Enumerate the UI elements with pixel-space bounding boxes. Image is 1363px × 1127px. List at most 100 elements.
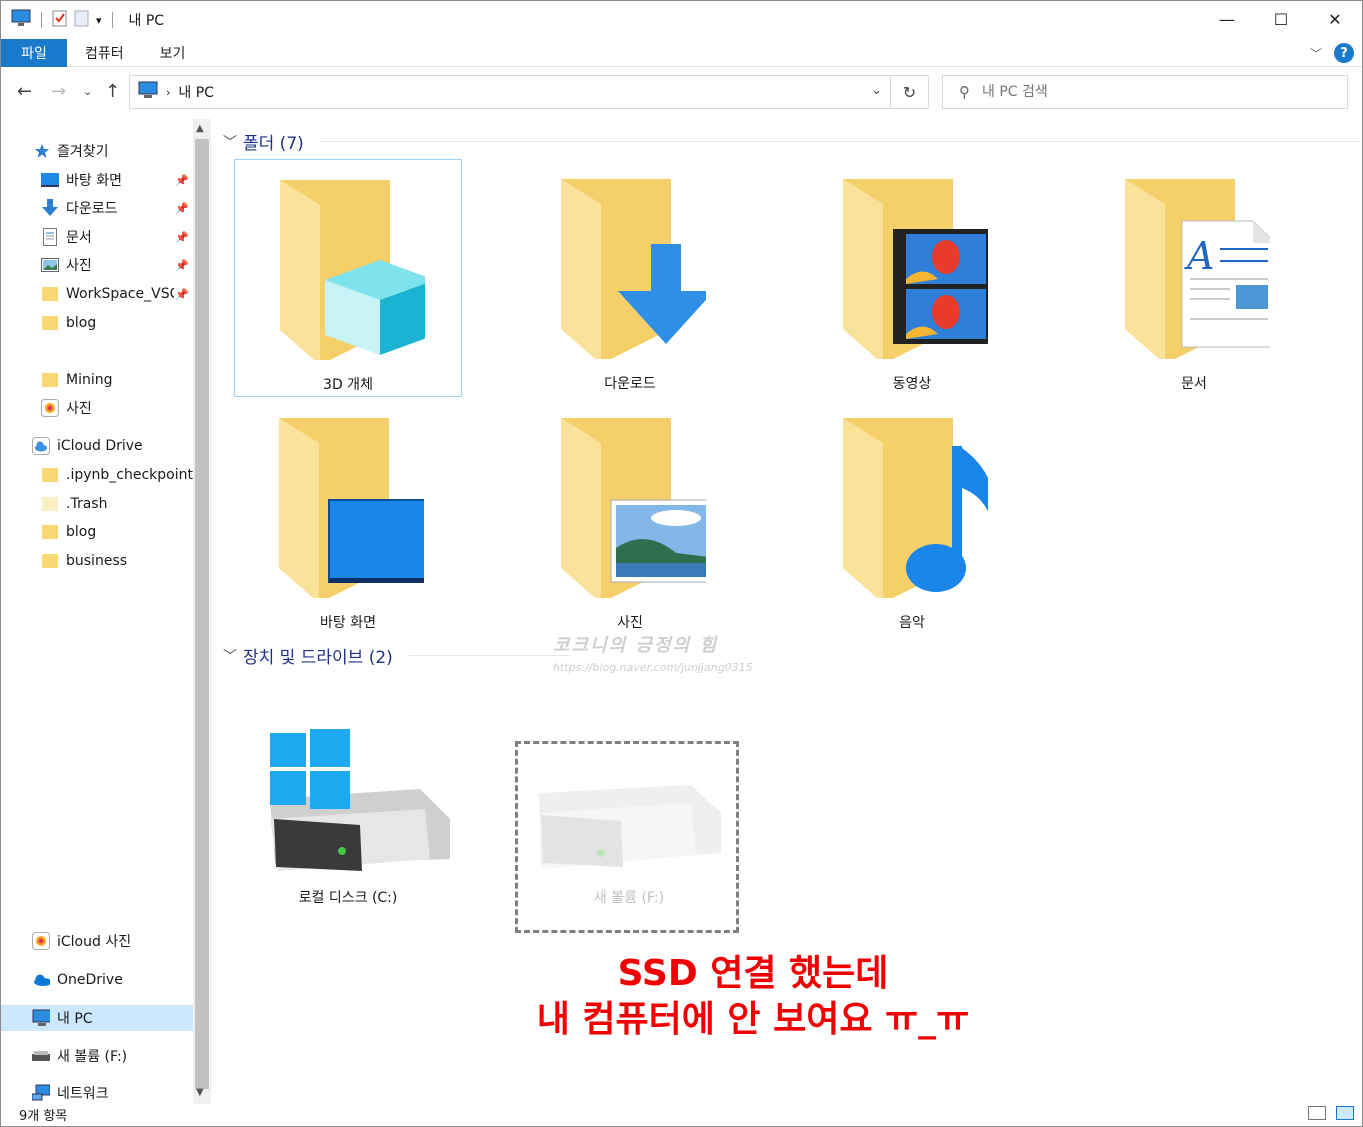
group-header-devices[interactable]: ﹀ 장치 및 드라이브 (2) — [223, 643, 569, 668]
close-button[interactable]: ✕ — [1308, 1, 1362, 37]
folder-tile-downloads[interactable]: 다운로드 — [516, 159, 744, 397]
tab-view[interactable]: 보기 — [142, 39, 204, 67]
folder-icon — [41, 552, 59, 570]
desktop-icon — [41, 171, 59, 189]
folder-icon — [41, 371, 59, 389]
customize-dropdown-icon[interactable]: ▾ — [96, 14, 102, 27]
pin-icon[interactable]: 📌 — [175, 174, 189, 187]
computer-icon[interactable] — [11, 9, 31, 31]
address-dropdown-icon[interactable]: ⌄ — [871, 83, 882, 98]
folder-icon — [41, 314, 59, 332]
sidebar-item-volume-f[interactable]: 새 볼륨 (F:) — [1, 1043, 193, 1069]
navigation-pane: 즐겨찾기 바탕 화면 📌 다운로드 📌 문서 📌 사진 📌 WorkSpace_… — [1, 119, 193, 1104]
scroll-down-icon[interactable]: ▼ — [196, 1087, 204, 1098]
maximize-button[interactable]: ☐ — [1254, 1, 1308, 37]
expand-ribbon-icon[interactable]: ﹀ — [1310, 45, 1322, 62]
sidebar-item-ipynb-checkpoints[interactable]: .ipynb_checkpoints — [1, 462, 193, 488]
scrollbar-thumb[interactable] — [195, 139, 209, 1089]
breadcrumb-separator-icon[interactable]: › — [166, 86, 170, 99]
pin-icon[interactable]: 📌 — [175, 288, 189, 301]
sidebar-item-this-pc[interactable]: 내 PC — [1, 1005, 193, 1031]
desktop-folder-icon — [279, 418, 424, 598]
folder-icon — [41, 495, 59, 513]
collapse-chevron-icon[interactable]: ﹀ — [223, 132, 237, 152]
sidebar-item-photos[interactable]: 사진 — [1, 395, 193, 421]
sidebar-scrollbar[interactable]: ▲ ▼ — [193, 119, 211, 1104]
minimize-button[interactable]: — — [1200, 1, 1254, 37]
content-pane: ﹀ 폴더 (7) 3D 개체 다운로드 동영상 A 문서 바탕 화면 사진 음악… — [213, 119, 1361, 1104]
scroll-up-icon[interactable]: ▲ — [196, 123, 204, 134]
quick-access-toolbar: ▾ 내 PC — [11, 9, 164, 31]
up-arrow-icon[interactable]: ↑ — [105, 81, 120, 102]
sidebar-item-blog[interactable]: blog — [1, 310, 193, 336]
pictures-icon — [41, 256, 59, 274]
windows-drive-icon — [270, 729, 450, 871]
search-box[interactable]: ⚲ — [942, 75, 1348, 109]
folder-tile-documents[interactable]: A 문서 — [1080, 159, 1308, 397]
tab-computer[interactable]: 컴퓨터 — [67, 39, 142, 67]
forward-arrow-icon[interactable]: → — [51, 81, 66, 102]
sidebar-item-icloud-photos[interactable]: iCloud 사진 — [1, 928, 193, 954]
sidebar-item-business[interactable]: business — [1, 548, 193, 574]
folder-tile-videos[interactable]: 동영상 — [798, 159, 1026, 397]
downloads-folder-icon — [561, 179, 706, 359]
group-header-folders[interactable]: ﹀ 폴더 (7) — [223, 129, 1360, 154]
computer-icon — [32, 1009, 50, 1027]
sidebar-item-onedrive[interactable]: OneDrive — [1, 967, 193, 993]
recent-locations-icon[interactable]: ⌄ — [83, 85, 92, 98]
collapse-chevron-icon[interactable]: ﹀ — [223, 646, 237, 666]
download-icon — [41, 199, 59, 217]
folder-tile-3d-objects[interactable]: 3D 개체 — [234, 159, 462, 397]
tab-file[interactable]: 파일 — [1, 38, 67, 67]
search-icon: ⚲ — [959, 83, 970, 101]
sidebar-item-pictures[interactable]: 사진 📌 — [1, 252, 193, 278]
help-icon[interactable]: ? — [1334, 43, 1354, 63]
folder-tile-pictures[interactable]: 사진 — [516, 398, 744, 636]
drive-tile-volume-f[interactable]: 새 볼륨 (F:) — [515, 739, 743, 939]
annotation-text: SSD 연결 했는데 내 컴퓨터에 안 보여요 ㅠ_ㅠ — [536, 953, 970, 1040]
breadcrumb-this-pc[interactable]: 내 PC — [178, 82, 214, 102]
drive-tile-local-c[interactable]: 로컬 디스크 (C:) — [234, 729, 462, 929]
photos-app-icon — [32, 932, 50, 950]
navigation-bar: ← → ⌄ ↑ › 내 PC ⌄ ↻ ⚲ — [1, 69, 1362, 115]
pictures-folder-icon — [561, 418, 706, 598]
sidebar-item-icloud-drive[interactable]: iCloud Drive — [1, 433, 193, 459]
status-bar: 9개 항목 — [1, 1102, 1362, 1126]
sidebar-item-desktop[interactable]: 바탕 화면 📌 — [1, 167, 193, 193]
pin-icon[interactable]: 📌 — [175, 259, 189, 272]
sidebar-item-documents[interactable]: 문서 📌 — [1, 224, 193, 250]
videos-folder-icon — [843, 179, 988, 359]
document-icon — [41, 228, 59, 246]
search-input[interactable] — [982, 84, 1322, 100]
large-icons-view-icon[interactable] — [1336, 1106, 1354, 1120]
back-arrow-icon[interactable]: ← — [17, 81, 32, 102]
sidebar-item-quick-access[interactable]: 즐겨찾기 — [1, 138, 193, 164]
address-bar[interactable]: › 내 PC ⌄ — [129, 75, 891, 109]
new-folder-icon[interactable] — [74, 9, 90, 31]
details-view-icon[interactable] — [1308, 1106, 1326, 1120]
svg-text:A: A — [1184, 234, 1214, 278]
folder-tile-desktop[interactable]: 바탕 화면 — [234, 398, 462, 636]
sidebar-item-blog-icloud[interactable]: blog — [1, 519, 193, 545]
window-title: 내 PC — [128, 13, 165, 29]
item-count: 9개 항목 — [19, 1108, 68, 1124]
explorer-window: ▾ 내 PC — ☐ ✕ 파일 컴퓨터 보기 ﹀ ? ← → ⌄ ↑ › 내 P… — [0, 0, 1363, 1127]
folder-tile-music[interactable]: 음악 — [798, 398, 1026, 636]
sidebar-item-downloads[interactable]: 다운로드 📌 — [1, 195, 193, 221]
sidebar-item-mining[interactable]: Mining — [1, 367, 193, 393]
documents-folder-icon: A — [1125, 179, 1270, 359]
3d-objects-folder-icon — [280, 180, 425, 360]
sidebar-item-network[interactable]: 네트워크 — [1, 1080, 193, 1104]
folder-icon — [41, 523, 59, 541]
drive-icon — [32, 1047, 50, 1065]
refresh-button[interactable]: ↻ — [891, 75, 929, 109]
network-icon — [32, 1084, 50, 1102]
properties-icon[interactable] — [52, 9, 68, 31]
pin-icon[interactable]: 📌 — [175, 231, 189, 244]
refresh-icon: ↻ — [902, 82, 917, 102]
drive-icon — [539, 785, 721, 869]
music-folder-icon — [843, 418, 988, 598]
sidebar-item-trash[interactable]: .Trash — [1, 491, 193, 517]
sidebar-item-workspace-vsc[interactable]: WorkSpace_VSC 📌 — [1, 281, 193, 307]
pin-icon[interactable]: 📌 — [175, 202, 189, 215]
